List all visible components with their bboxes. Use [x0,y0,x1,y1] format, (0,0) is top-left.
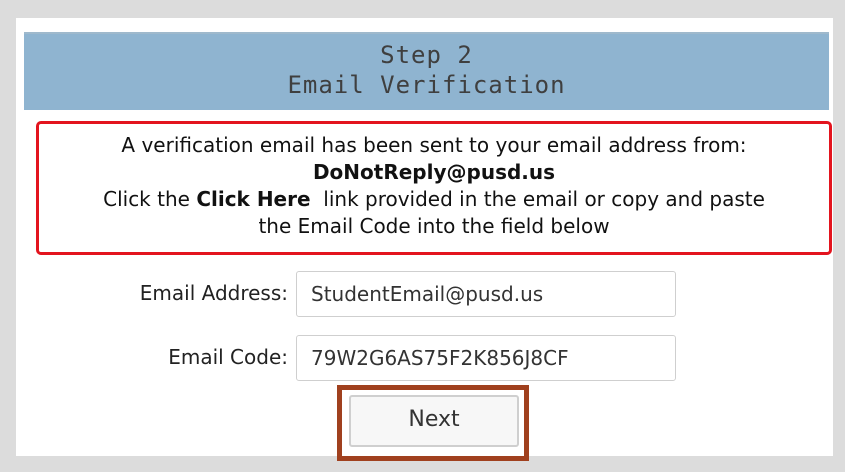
email-code-row: Email Code: [16,335,833,383]
verification-notice: A verification email has been sent to yo… [36,121,832,255]
step-number: Step 2 [380,41,473,69]
email-address-input[interactable] [296,271,676,317]
notice-line-4: the Email Code into the field below [258,214,610,238]
next-button[interactable]: Next [349,395,519,447]
email-address-row: Email Address: [16,271,833,319]
step-header: Step 2 Email Verification [24,32,829,110]
notice-sender-email: DoNotReply@pusd.us [312,160,556,184]
email-address-label: Email Address: [139,281,288,305]
step-title: Email Verification [287,71,566,99]
email-code-input[interactable] [296,335,676,381]
notice-line-3-suffix: link provided in the email or copy and p… [310,187,765,211]
verification-panel: Step 2 Email Verification A verification… [16,18,833,461]
notice-line-1: A verification email has been sent to yo… [121,133,747,157]
notice-click-here-text: Click Here [196,187,311,211]
notice-line-3-prefix: Click the [103,187,197,211]
notice-line-3: Click the Click Here link provided in th… [39,186,829,213]
email-code-label: Email Code: [168,345,288,369]
